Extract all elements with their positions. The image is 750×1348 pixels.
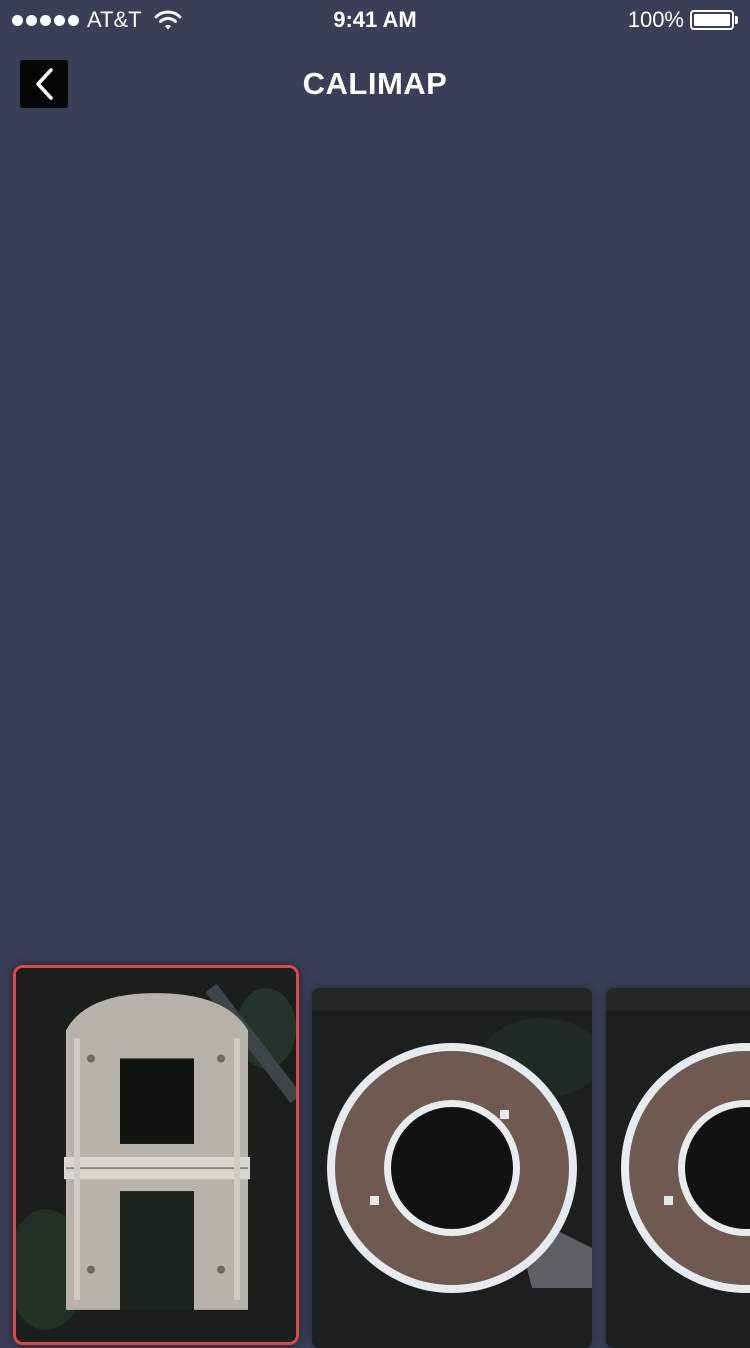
aerial-building-a-image: [16, 968, 296, 1342]
navigation-bar: CALIMAP: [0, 40, 750, 128]
status-bar: AT&T 9:41 AM 100%: [0, 0, 750, 40]
battery-cap: [735, 16, 738, 24]
carousel-card-selected[interactable]: [13, 965, 299, 1345]
page-title: CALIMAP: [302, 66, 448, 101]
image-carousel[interactable]: [0, 955, 750, 1348]
carousel-card[interactable]: [606, 988, 750, 1348]
status-right: 100%: [628, 8, 738, 32]
carousel-card[interactable]: [312, 988, 592, 1348]
aerial-building-ring-image: [606, 988, 750, 1348]
battery-percent: 100%: [627, 7, 684, 32]
battery-icon: [690, 10, 734, 30]
aerial-building-ring-image: [312, 988, 592, 1348]
battery-fill: [694, 14, 730, 26]
